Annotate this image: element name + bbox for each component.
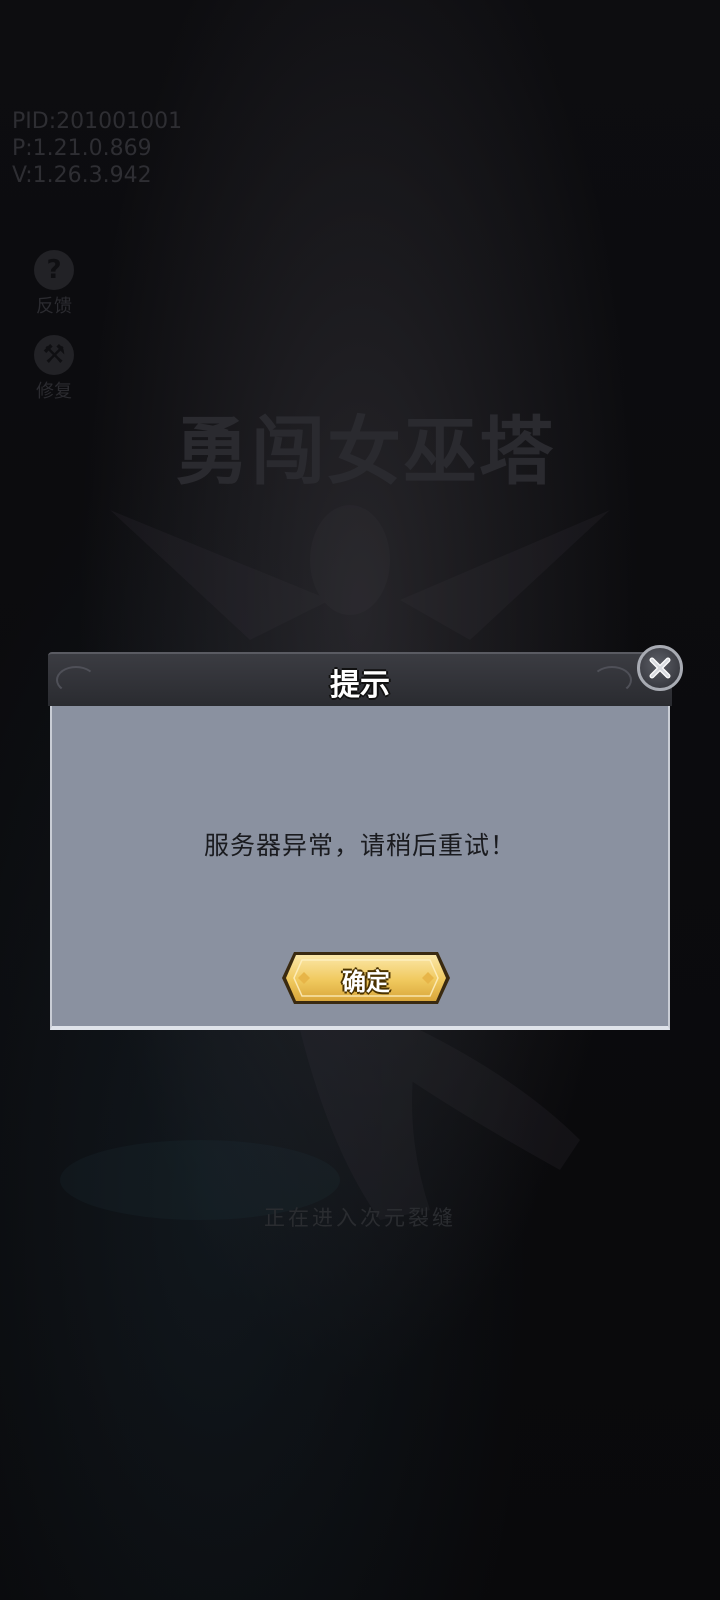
dialog-message: 服务器异常，请稍后重试！ xyxy=(203,831,516,860)
dialog-close-button[interactable] xyxy=(637,645,683,691)
loading-status-text: 正在进入次元裂缝 xyxy=(264,1206,456,1230)
p-version-text: P:1.21.0.869 xyxy=(12,136,152,161)
pid-text: PID:201001001 xyxy=(12,109,183,134)
question-icon: ? xyxy=(34,250,74,290)
v-version-text: V:1.26.3.942 xyxy=(12,163,152,188)
close-icon xyxy=(649,657,671,679)
dialog-title: 提示 xyxy=(330,668,390,703)
confirm-button-label: 确定 xyxy=(342,968,390,996)
wrench-icon: ⚒ xyxy=(34,335,74,375)
game-logo: 勇闯女巫塔 xyxy=(175,409,555,495)
repair-label: 修复 xyxy=(36,381,72,402)
game-screen: PID:201001001 P:1.21.0.869 V:1.26.3.942 … xyxy=(0,0,720,1600)
repair-button[interactable]: ⚒ 修复 xyxy=(28,335,80,403)
dialog-header: 提示 xyxy=(48,652,672,706)
confirm-button[interactable]: 确定 xyxy=(280,950,452,1006)
version-info: PID:201001001 P:1.21.0.869 V:1.26.3.942 xyxy=(12,108,182,189)
feedback-label: 反馈 xyxy=(36,296,72,317)
feedback-button[interactable]: ? 反馈 xyxy=(28,250,80,318)
